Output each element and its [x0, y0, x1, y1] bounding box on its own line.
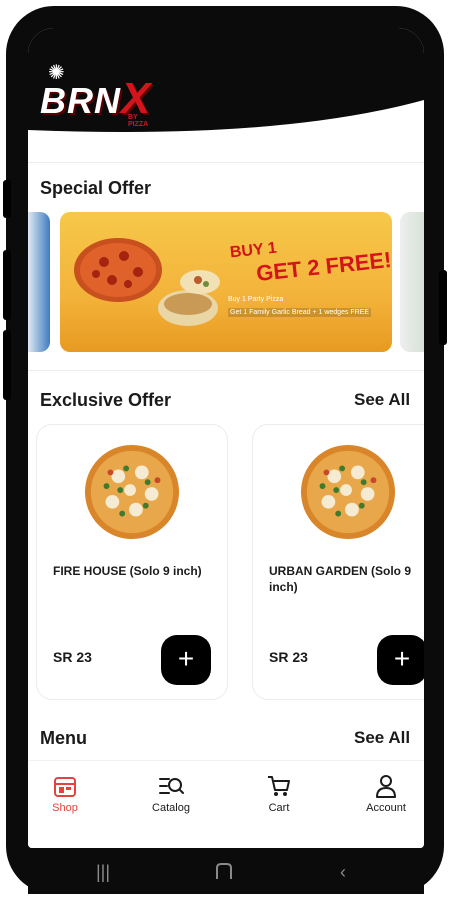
nav-label: Cart	[268, 802, 290, 814]
product-name: FIRE HOUSE (Solo 9 inch)	[53, 564, 202, 578]
special-offer-banner[interactable]: BUY 1 GET 2 FREE! Buy 1 Party Pizza Get …	[60, 212, 392, 352]
pizza-image	[84, 444, 180, 540]
pizza-image	[74, 238, 220, 326]
volume-button	[3, 180, 11, 218]
logo-spark-icon: ✺	[48, 62, 65, 84]
plus-icon: +	[177, 643, 195, 674]
banner-next-peek[interactable]	[400, 212, 424, 352]
app-screen: ✺ BRNX BY PIZZA Special Offer BUY 1 GET …	[28, 28, 424, 848]
volume-up-button	[3, 250, 11, 320]
nav-shop[interactable]: Shop	[28, 773, 105, 814]
menu-title: Menu	[40, 728, 87, 748]
pizza-image	[300, 444, 396, 540]
promo-sub1: Buy 1 Party Pizza	[228, 296, 284, 303]
exclusive-offer-title: Exclusive Offer	[40, 390, 172, 410]
account-icon	[376, 775, 396, 798]
home-icon[interactable]	[214, 862, 234, 885]
banner-prev-peek[interactable]	[28, 212, 50, 352]
product-name: URBAN GARDEN (Solo 9 inch)	[269, 564, 412, 594]
cart-icon	[268, 776, 290, 796]
add-to-cart-button[interactable]: +	[377, 635, 424, 685]
nav-catalog[interactable]: Catalog	[131, 773, 211, 814]
volume-down-button	[3, 330, 11, 400]
app-header: ✺ BRNX BY PIZZA	[28, 28, 424, 168]
system-nav-bar: ||| ‹	[28, 848, 424, 894]
divider	[28, 370, 424, 371]
promo-sub2: Get 1 Family Garlic Bread + 1 wedges FRE…	[228, 308, 372, 317]
back-icon[interactable]: ‹	[340, 862, 346, 883]
add-to-cart-button[interactable]: +	[161, 635, 211, 685]
nav-label: Catalog	[152, 802, 190, 814]
menu-see-all-link[interactable]: See All	[354, 728, 410, 748]
logo-subtitle: BY PIZZA	[128, 114, 149, 128]
nav-label: Account	[366, 802, 406, 814]
product-price: SR 23	[53, 649, 92, 665]
nav-cart[interactable]: Cart	[239, 773, 319, 814]
nav-label: Shop	[52, 802, 78, 814]
shop-icon	[54, 777, 76, 797]
recent-apps-icon[interactable]: |||	[96, 862, 110, 883]
plus-icon: +	[393, 643, 411, 674]
bottom-navigation: Shop Catalog Cart Account	[28, 760, 424, 848]
logo-text: BRN	[40, 80, 121, 121]
catalog-icon	[159, 778, 184, 794]
product-price: SR 23	[269, 649, 308, 665]
power-button	[439, 270, 447, 345]
divider	[28, 162, 424, 163]
product-card[interactable]: URBAN GARDEN (Solo 9 inch) SR 23 +	[252, 424, 424, 700]
product-card[interactable]: FIRE HOUSE (Solo 9 inch) SR 23 +	[36, 424, 228, 700]
exclusive-see-all-link[interactable]: See All	[354, 390, 410, 410]
nav-account[interactable]: Account	[346, 773, 424, 814]
special-offer-title: Special Offer	[40, 178, 152, 198]
brand-logo[interactable]: ✺ BRNX BY PIZZA	[40, 62, 151, 128]
